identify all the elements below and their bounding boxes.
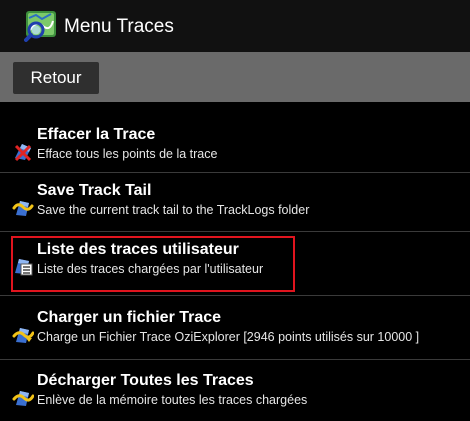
menu-item-title: Décharger Toutes les Traces: [37, 372, 254, 389]
toolbar: Retour: [0, 52, 470, 102]
menu-item-user-trace-list[interactable]: Liste des traces utilisateur Liste des t…: [0, 231, 470, 290]
app-window: Menu Traces Retour Effacer la Trace Effa…: [0, 0, 470, 421]
menu-item-erase-trace[interactable]: Effacer la Trace Efface tous les points …: [0, 116, 470, 175]
title-bar: Menu Traces: [0, 0, 470, 52]
divider: [0, 359, 470, 360]
divider: [0, 295, 470, 296]
menu-item-save-track-tail[interactable]: Save Track Tail Save the current track t…: [0, 172, 470, 231]
menu-item-title: Charger un fichier Trace: [37, 309, 222, 326]
unload-traces-icon: [12, 391, 34, 406]
menu-item-unload-all-traces[interactable]: Décharger Toutes les Traces Enlève de la…: [0, 362, 470, 421]
menu-item-title: Liste des traces utilisateur: [37, 241, 239, 258]
menu-item-subtitle: Save the current track tail to the Track…: [37, 203, 310, 217]
erase-trace-icon: [14, 144, 32, 162]
back-button[interactable]: Retour: [13, 62, 99, 94]
load-trace-icon: [12, 328, 34, 343]
menu-item-subtitle: Efface tous les points de la trace: [37, 147, 218, 161]
trace-list-icon: [15, 259, 33, 276]
menu-item-title: Save Track Tail: [37, 182, 152, 199]
page-title: Menu Traces: [64, 16, 174, 37]
save-track-icon: [12, 201, 34, 216]
menu-item-subtitle: Charge un Fichier Trace OziExplorer [294…: [37, 330, 420, 344]
menu-item-title: Effacer la Trace: [37, 126, 156, 143]
menu-item-subtitle: Enlève de la mémoire toutes les traces c…: [37, 393, 308, 407]
menu-item-load-trace-file[interactable]: Charger un fichier Trace Charge un Fichi…: [0, 299, 470, 358]
menu-item-subtitle: Liste des traces chargées par l'utilisat…: [37, 262, 264, 276]
route-map-icon: [24, 11, 56, 42]
